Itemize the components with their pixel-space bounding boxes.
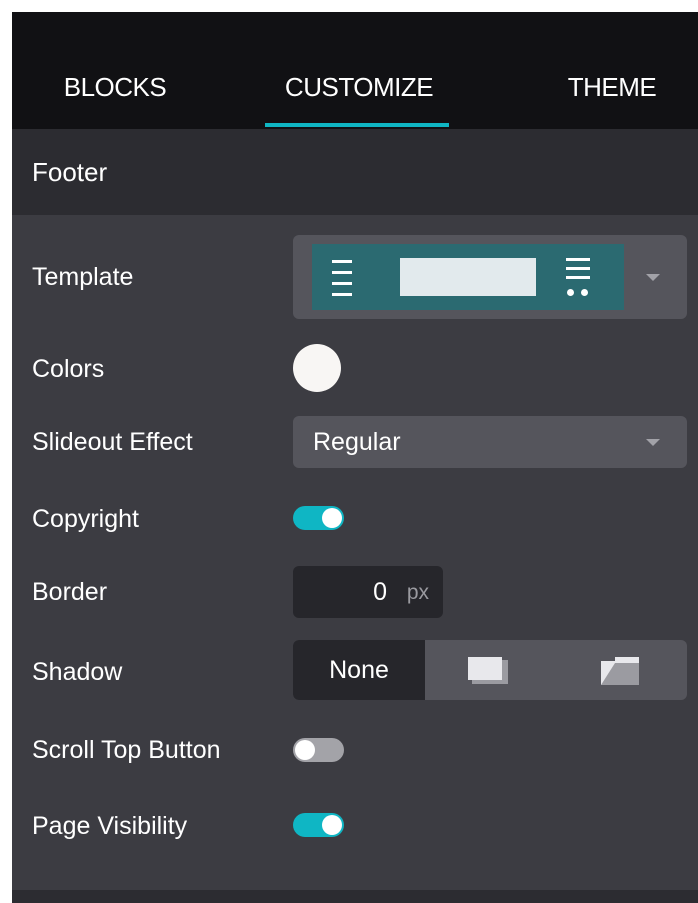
- toggle-knob: [322, 508, 342, 528]
- page-visibility-label: Page Visibility: [32, 812, 188, 840]
- shadow-none-button[interactable]: None: [293, 640, 425, 700]
- scroll-top-toggle[interactable]: [293, 738, 344, 762]
- menu-lines-icon: [332, 260, 352, 296]
- toggle-knob: [295, 740, 315, 760]
- tab-theme[interactable]: THEME: [532, 12, 692, 129]
- slideout-effect-label: Slideout Effect: [32, 428, 193, 456]
- customize-panel: BLOCKS CUSTOMIZE THEME Footer Template C…: [12, 12, 698, 903]
- shadow-label: Shadow: [32, 658, 123, 686]
- slideout-effect-select[interactable]: Regular: [293, 416, 687, 468]
- shadow-none-label: None: [329, 656, 389, 684]
- slideout-effect-value: Regular: [313, 428, 401, 456]
- panel-footer: [12, 890, 698, 903]
- active-tab-indicator: [265, 123, 449, 127]
- shadow-large-button[interactable]: [556, 640, 687, 700]
- template-content-block: [400, 258, 536, 296]
- border-input[interactable]: 0 px: [293, 566, 443, 618]
- colors-label: Colors: [32, 355, 105, 383]
- template-select[interactable]: [293, 235, 687, 319]
- template-preview: [312, 244, 624, 310]
- toggle-knob: [322, 815, 342, 835]
- copyright-label: Copyright: [32, 505, 139, 533]
- border-label: Border: [32, 578, 108, 606]
- tab-blocks[interactable]: BLOCKS: [20, 12, 210, 129]
- section-title: Footer: [32, 157, 108, 187]
- chevron-down-icon: [646, 274, 660, 281]
- border-unit: px: [406, 581, 429, 604]
- page-visibility-toggle[interactable]: [293, 813, 344, 837]
- section-header: Footer: [12, 129, 698, 215]
- shadow-large-icon: [601, 657, 639, 685]
- color-swatch[interactable]: [293, 344, 341, 392]
- footer-columns-icon: [566, 258, 590, 298]
- tab-customize[interactable]: CUSTOMIZE: [252, 12, 466, 129]
- shadow-small-button[interactable]: [425, 640, 556, 700]
- shadow-small-icon: [468, 657, 508, 684]
- copyright-toggle[interactable]: [293, 506, 344, 530]
- scroll-top-label: Scroll Top Button: [32, 736, 221, 764]
- tab-bar: BLOCKS CUSTOMIZE THEME: [12, 12, 698, 129]
- shadow-selector: None: [293, 640, 687, 700]
- template-label: Template: [32, 263, 134, 291]
- chevron-down-icon: [646, 439, 660, 446]
- border-value: 0: [373, 578, 387, 606]
